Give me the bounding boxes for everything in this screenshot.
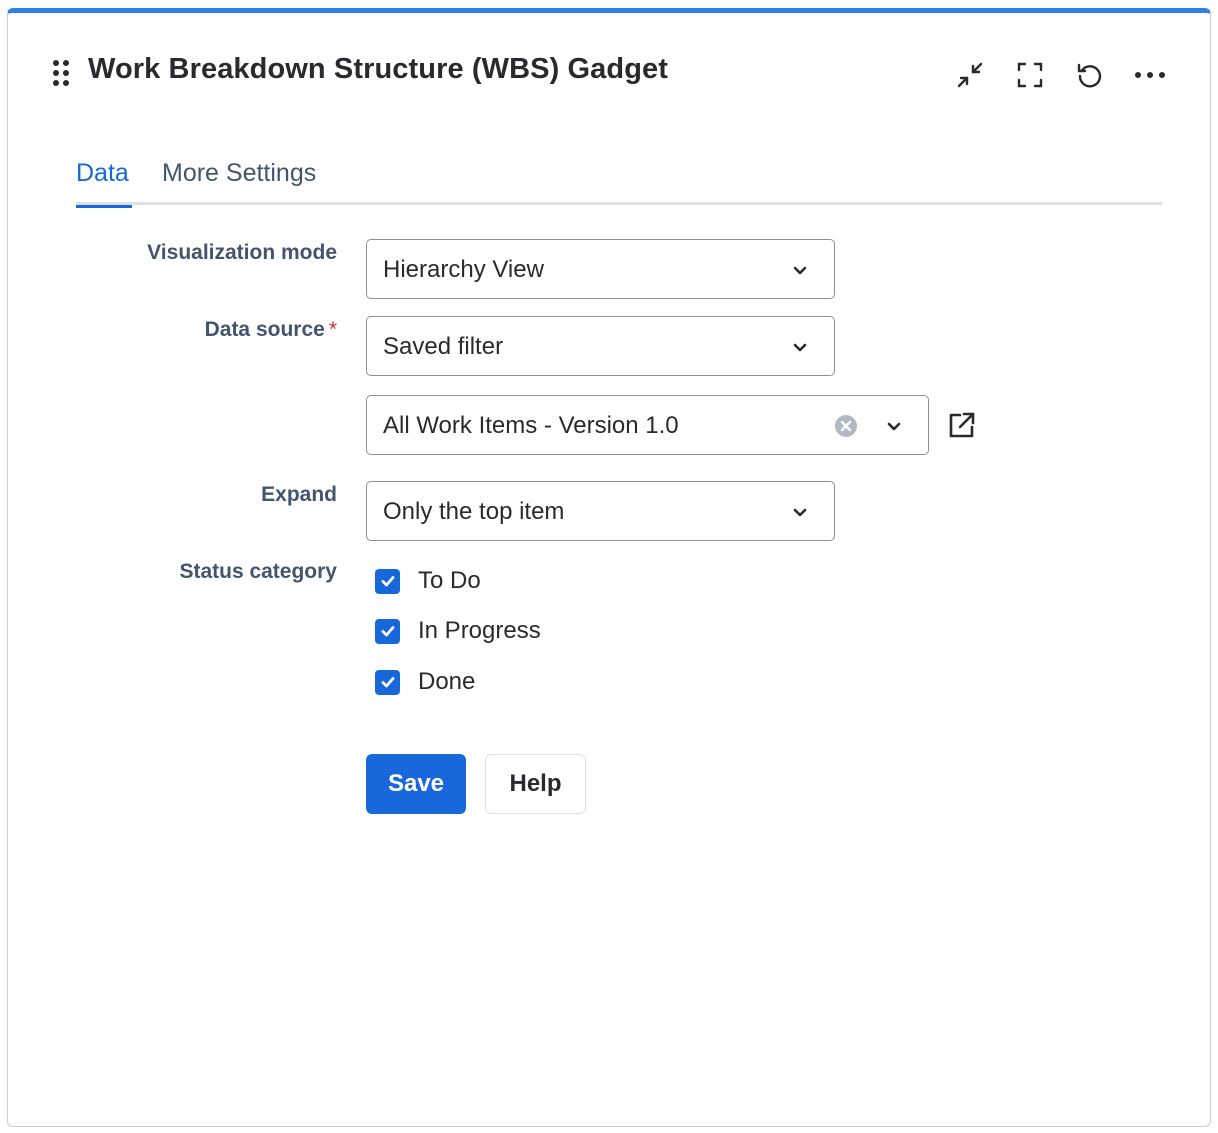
expand-select[interactable]: Only the top item <box>366 481 835 541</box>
saved-filter-select[interactable]: All Work Items - Version 1.0 <box>366 395 929 455</box>
save-button[interactable]: Save <box>366 754 466 814</box>
tab-data[interactable]: Data <box>76 159 132 208</box>
status-todo-checkbox[interactable]: To Do <box>375 563 481 599</box>
status-in-progress-checkbox[interactable]: In Progress <box>375 613 541 649</box>
checkbox-checked[interactable] <box>375 568 400 594</box>
checkbox-label: In Progress <box>418 617 541 644</box>
check-icon <box>381 576 394 587</box>
data-source-label: Data source * <box>205 318 337 342</box>
tab-bar: Data More Settings <box>76 159 1162 208</box>
check-icon <box>381 626 394 637</box>
data-source-value: Saved filter <box>383 333 504 360</box>
expand-label: Expand <box>261 483 337 506</box>
fullscreen-icon <box>1017 62 1043 88</box>
expand-value: Only the top item <box>383 498 565 525</box>
check-icon <box>381 677 394 688</box>
status-category-label: Status category <box>179 560 337 583</box>
external-link-icon[interactable] <box>944 407 980 443</box>
help-button[interactable]: Help <box>485 754 586 814</box>
more-button[interactable] <box>1132 57 1168 93</box>
checkbox-label: Done <box>418 668 476 695</box>
wbs-gadget: Work Breakdown Structure (WBS) Gadget Da… <box>7 8 1211 1127</box>
status-done-checkbox[interactable]: Done <box>375 664 475 700</box>
checkbox-checked[interactable] <box>375 618 400 644</box>
data-source-label-text: Data source <box>204 318 325 341</box>
refresh-button[interactable] <box>1072 57 1108 93</box>
required-marker: * <box>328 318 337 341</box>
minimize-icon <box>957 62 983 88</box>
refresh-icon <box>1077 63 1102 88</box>
visualization-mode-value: Hierarchy View <box>383 256 544 283</box>
minimize-button[interactable] <box>952 57 988 93</box>
saved-filter-value: All Work Items - Version 1.0 <box>383 412 679 439</box>
fullscreen-button[interactable] <box>1012 57 1048 93</box>
more-icon <box>1135 72 1165 78</box>
checkbox-label: To Do <box>418 567 481 594</box>
checkbox-checked[interactable] <box>375 669 400 695</box>
visualization-mode-select[interactable]: Hierarchy View <box>366 239 835 299</box>
chevron-down-icon <box>793 343 807 352</box>
drag-handle-icon[interactable] <box>52 59 70 87</box>
visualization-mode-label: Visualization mode <box>147 241 337 264</box>
chevron-down-icon <box>793 508 807 517</box>
chevron-down-icon <box>793 266 807 275</box>
chevron-down-icon <box>887 422 901 431</box>
clear-icon[interactable] <box>833 413 859 439</box>
gadget-title: Work Breakdown Structure (WBS) Gadget <box>88 53 669 85</box>
data-source-select[interactable]: Saved filter <box>366 316 835 376</box>
tab-more-settings[interactable]: More Settings <box>162 159 316 205</box>
